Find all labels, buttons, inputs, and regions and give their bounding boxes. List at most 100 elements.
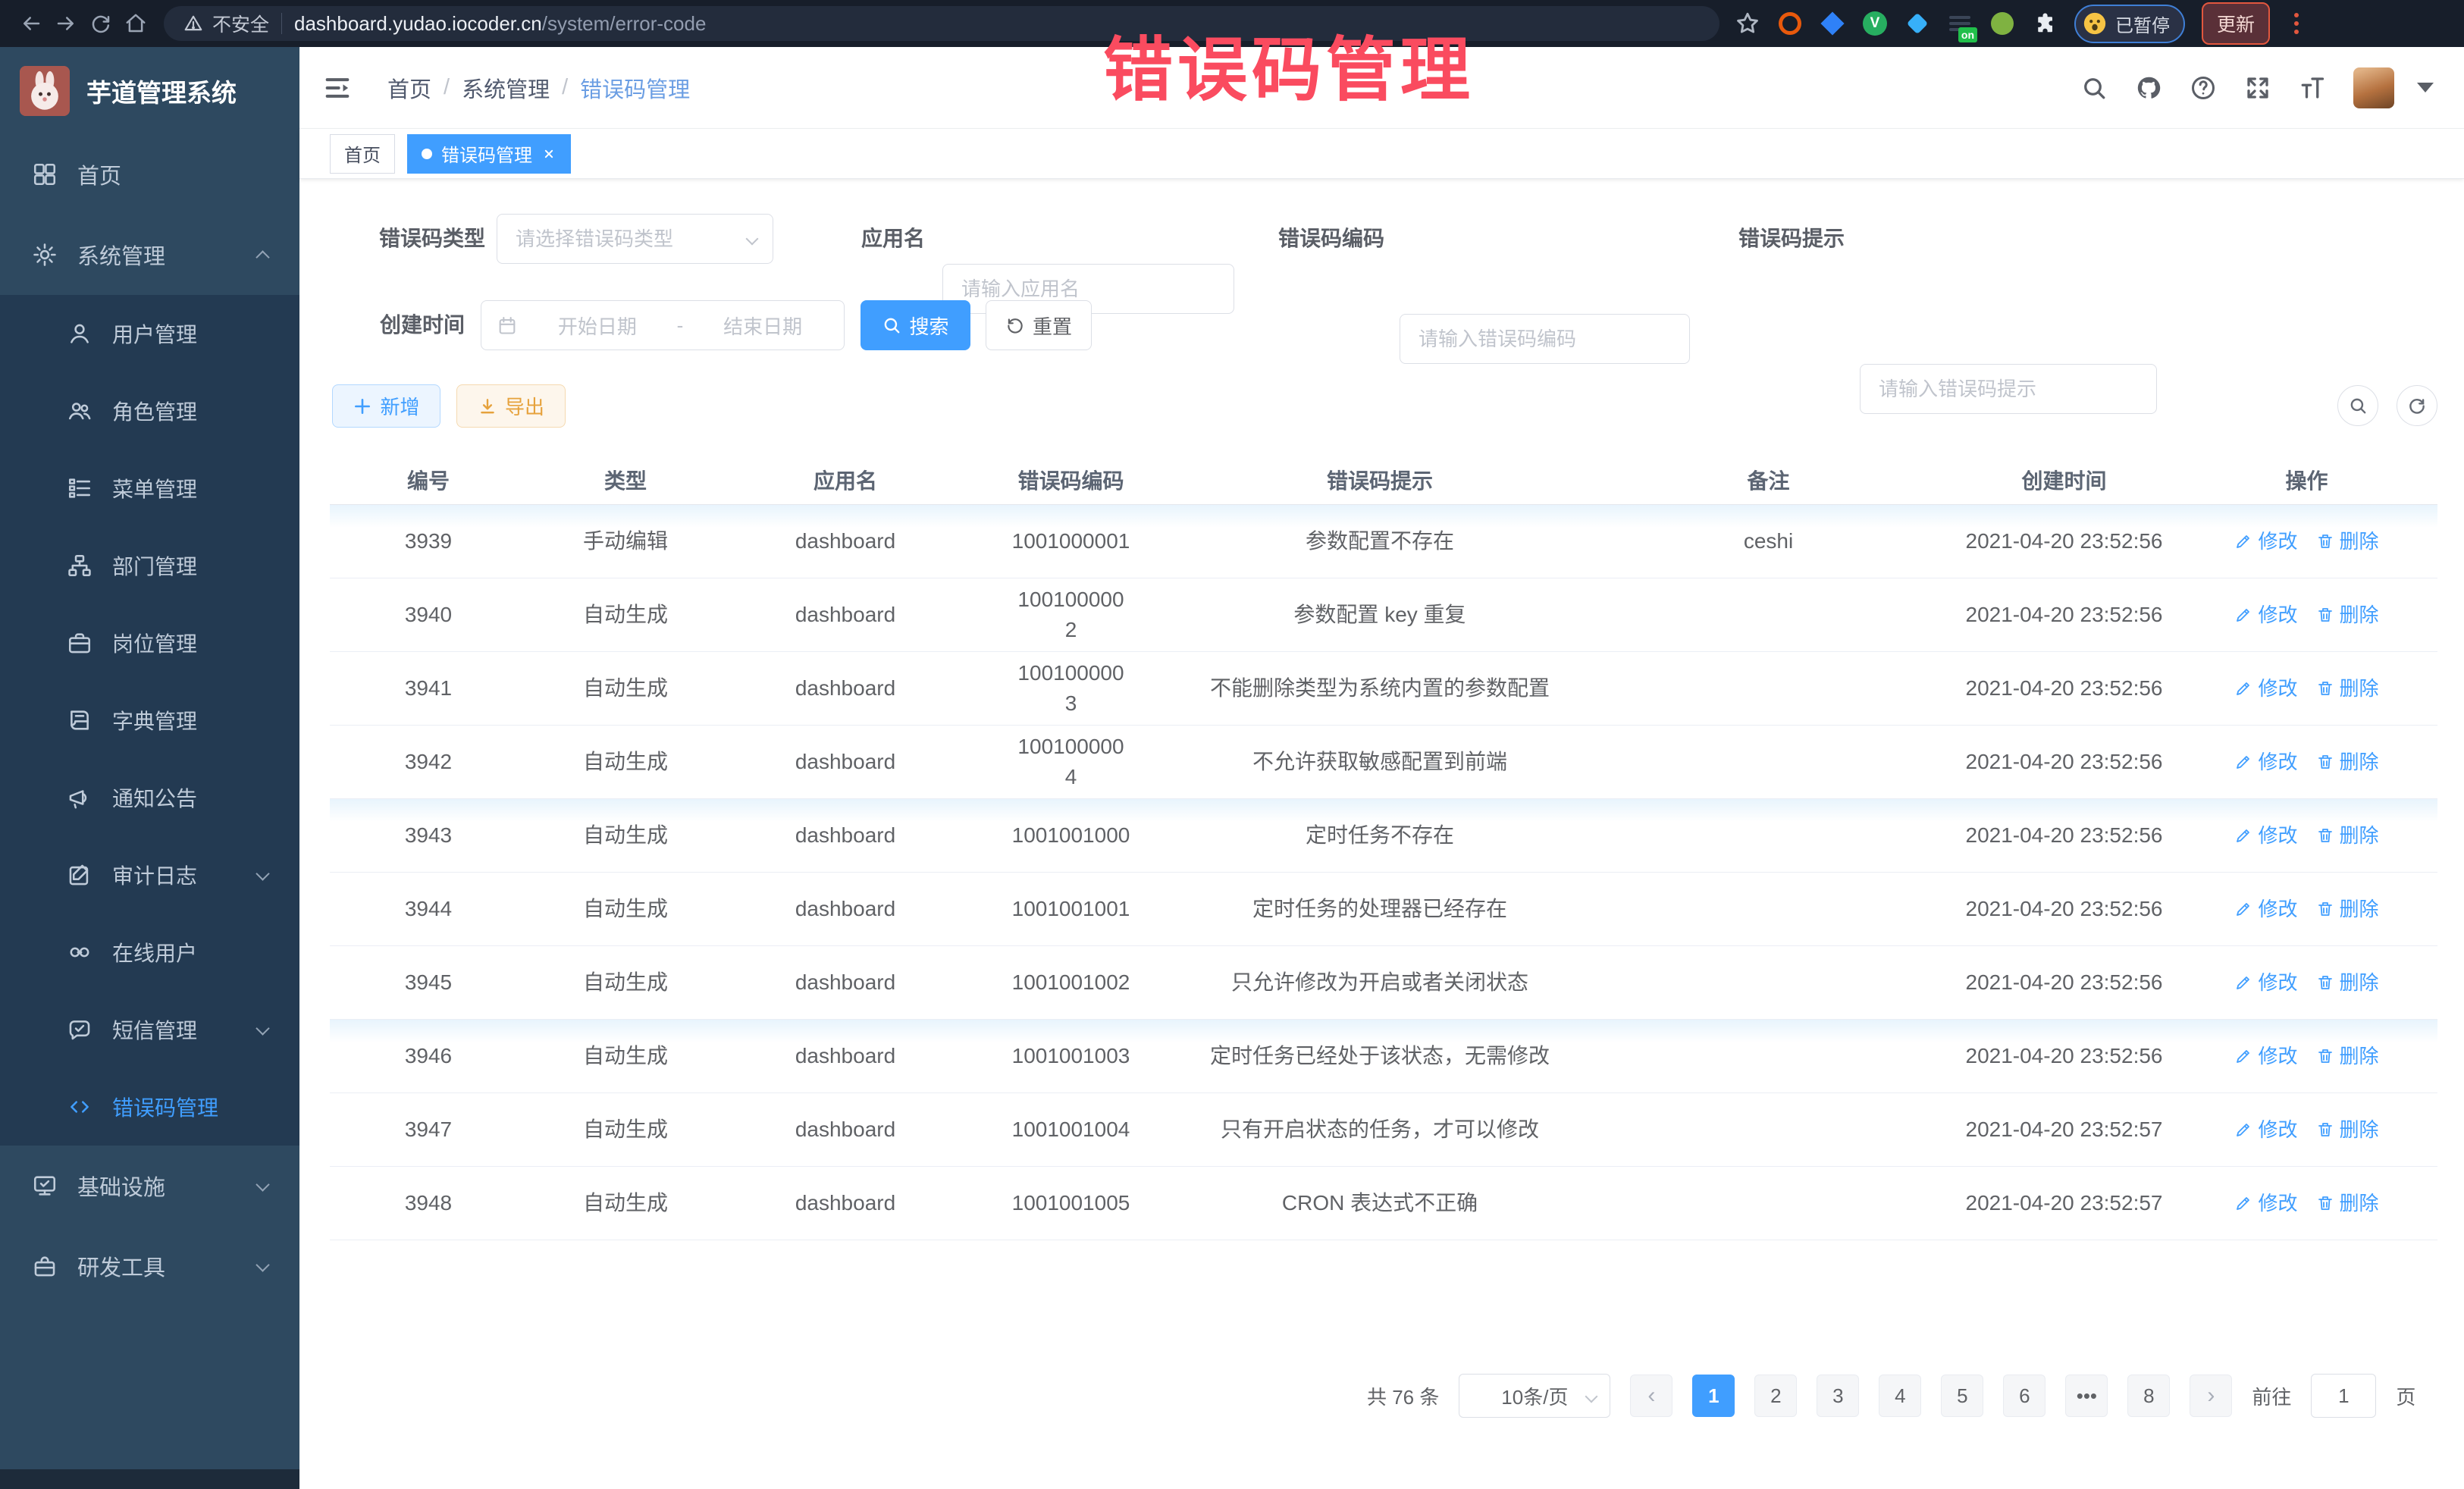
delete-link[interactable]: 删除 [2316,820,2379,851]
delete-link[interactable]: 删除 [2316,673,2379,704]
search-button[interactable]: 搜索 [861,300,970,350]
edit-link[interactable]: 修改 [2234,747,2297,777]
filter-code-input[interactable] [1400,314,1690,364]
sidebar-collapse-strip[interactable] [0,1469,299,1489]
edit-link[interactable]: 修改 [2234,1114,2297,1145]
hamburger-icon[interactable] [322,73,353,103]
page-button[interactable]: 2 [1754,1375,1797,1417]
date-start-placeholder[interactable]: 开始日期 [531,312,663,340]
search-icon[interactable] [2080,74,2108,102]
bookmark-star-icon[interactable] [1735,11,1760,36]
help-icon[interactable] [2190,74,2217,102]
edit-link[interactable]: 修改 [2234,1188,2297,1218]
delete-link[interactable]: 删除 [2316,747,2379,777]
breadcrumb-home[interactable]: 首页 [387,72,431,104]
extension-key-icon[interactable] [1989,11,2015,36]
delete-link[interactable]: 删除 [2316,1114,2379,1145]
sidebar-item-chat[interactable]: 短信管理 [0,991,299,1068]
sidebar-item-audit[interactable]: 审计日志 [0,836,299,914]
edit-link[interactable]: 修改 [2234,673,2297,704]
table-row: 3947自动生成dashboard1001001004只有开启状态的任务，才可以… [330,1093,2437,1167]
profile-paused-badge[interactable]: 已暂停 [2074,5,2185,43]
delete-link[interactable]: 删除 [2316,1041,2379,1071]
sidebar-item-megaphone[interactable]: 通知公告 [0,759,299,836]
sidebar-item-home[interactable]: 首页 [0,134,299,215]
browser-home-button[interactable] [118,6,153,41]
sidebar-item-book[interactable]: 字典管理 [0,682,299,759]
delete-link[interactable]: 删除 [2316,526,2379,556]
sidebar-item-menu[interactable]: 菜单管理 [0,450,299,527]
refresh-table-button[interactable] [2397,385,2437,426]
security-chip[interactable]: 不安全 [183,10,269,37]
goto-page-input[interactable] [2311,1374,2376,1418]
edit-link[interactable]: 修改 [2234,967,2297,998]
filter-code-field[interactable] [1400,314,1690,364]
edit-link[interactable]: 修改 [2234,600,2297,630]
browser-back-button[interactable] [14,6,49,41]
export-button[interactable]: 导出 [456,384,566,428]
reset-button[interactable]: 重置 [986,300,1092,350]
filter-hint-input[interactable] [1860,364,2157,414]
page-button[interactable]: ••• [2065,1375,2108,1417]
sidebar-item-link[interactable]: 在线用户 [0,914,299,991]
next-page-button[interactable]: › [2190,1375,2232,1417]
sidebar-item-briefcase[interactable]: 岗位管理 [0,604,299,682]
browser-forward-button[interactable] [49,6,83,41]
fullscreen-icon[interactable] [2244,74,2271,102]
sidebar-item-toolbox[interactable]: 研发工具 [0,1226,299,1306]
page-button-active[interactable]: 1 [1692,1375,1735,1417]
delete-link[interactable]: 删除 [2316,894,2379,924]
delete-link[interactable]: 删除 [2316,967,2379,998]
sidebar-item-tree[interactable]: 部门管理 [0,527,299,604]
page-button[interactable]: 6 [2003,1375,2045,1417]
tag-home[interactable]: 首页 [330,134,395,174]
github-icon[interactable] [2135,74,2162,102]
delete-link[interactable]: 删除 [2316,600,2379,630]
address-bar[interactable]: 不安全 dashboard.yudao.iocoder.cn/system/er… [164,6,1719,41]
show-search-button[interactable] [2337,385,2378,426]
breadcrumb-system[interactable]: 系统管理 [462,72,550,104]
tag-error-code[interactable]: 错误码管理 [407,134,571,174]
row-app: dashboard [724,967,967,998]
row-app: dashboard [724,747,967,777]
add-button[interactable]: 新增 [332,384,440,428]
extension-diamond-icon[interactable] [1904,11,1930,36]
prev-page-button[interactable]: ‹ [1630,1375,1672,1417]
filter-daterange[interactable]: 开始日期 - 结束日期 [481,300,845,350]
edit-link[interactable]: 修改 [2234,526,2297,556]
edit-link[interactable]: 修改 [2234,894,2297,924]
app-logo[interactable]: 芋道管理系统 [0,47,299,134]
date-end-placeholder[interactable]: 结束日期 [697,312,829,340]
extension-orange-icon[interactable] [1777,11,1803,36]
extension-puzzle-icon[interactable] [2032,11,2058,36]
sidebar-item-gear[interactable]: 系统管理 [0,215,299,295]
browser-update-button[interactable]: 更新 [2202,2,2270,45]
edit-link[interactable]: 修改 [2234,820,2297,851]
filter-type-input[interactable] [497,214,773,264]
tag-close-icon[interactable] [541,146,556,161]
browser-menu-kebab-icon[interactable] [2287,13,2306,34]
sidebar-item-users[interactable]: 角色管理 [0,372,299,450]
page-size-select[interactable]: 10条/页 [1459,1374,1610,1418]
avatar-caret-down-icon[interactable] [2417,83,2434,92]
sidebar-item-user[interactable]: 用户管理 [0,295,299,372]
filter-hint-field[interactable] [1860,364,2157,414]
delete-link[interactable]: 删除 [2316,1188,2379,1218]
active-dot [422,149,432,159]
row-actions: 修改删除 [2176,894,2437,924]
trash-icon [2316,973,2334,992]
page-button[interactable]: 5 [1941,1375,1983,1417]
filter-type-select[interactable] [497,214,773,264]
sidebar-item-code[interactable]: 错误码管理 [0,1068,299,1146]
font-size-icon[interactable] [2299,74,2326,102]
page-button[interactable]: 3 [1817,1375,1859,1417]
page-button[interactable]: 4 [1879,1375,1921,1417]
sidebar-item-monitor[interactable]: 基础设施 [0,1146,299,1226]
user-avatar[interactable] [2353,67,2394,108]
extension-gem-icon[interactable] [1820,11,1845,36]
edit-link[interactable]: 修改 [2234,1041,2297,1071]
browser-reload-button[interactable] [83,6,118,41]
extension-list-icon[interactable]: on [1947,11,1973,36]
page-button[interactable]: 8 [2127,1375,2170,1417]
extension-green-circle-icon[interactable]: V [1862,11,1888,36]
